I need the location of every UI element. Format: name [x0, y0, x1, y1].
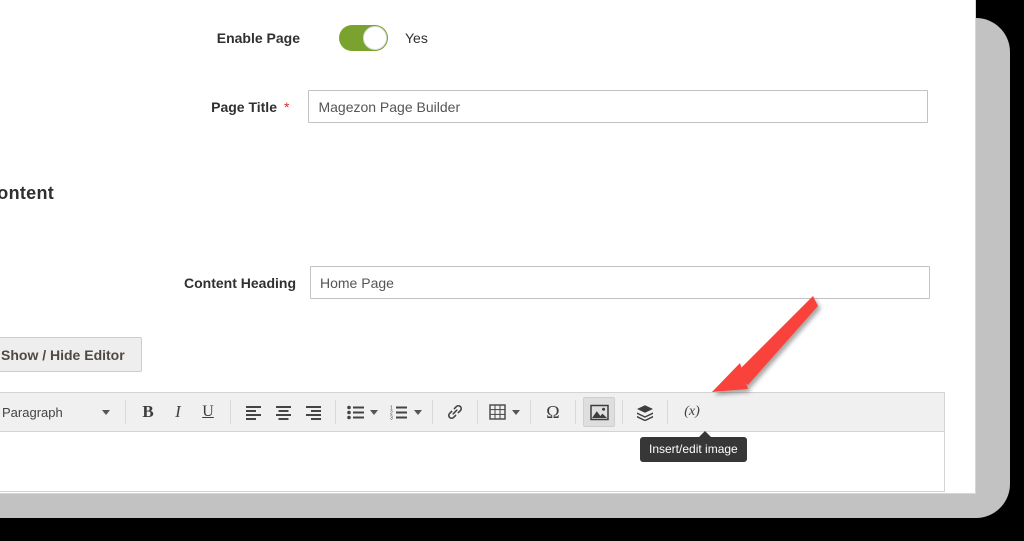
image-group [580, 397, 618, 427]
bold-icon: B [142, 402, 154, 421]
alignment-group [235, 398, 331, 426]
field-row-content-heading: Content Heading Home Page [0, 266, 970, 299]
numbered-list-button[interactable]: 1 2 3 [387, 398, 411, 426]
numbered-list-icon: 1 2 3 [390, 405, 407, 420]
tooltip-arrow [698, 431, 712, 438]
widget-icon [637, 404, 653, 421]
tooltip-text: Insert/edit image [649, 442, 738, 456]
content-section-heading: Content [0, 183, 55, 203]
image-icon [589, 404, 609, 420]
italic-icon: I [175, 402, 181, 421]
bullet-list-button[interactable] [343, 398, 367, 426]
chevron-down-icon [102, 409, 110, 415]
align-right-icon [305, 405, 321, 420]
align-left-button[interactable] [238, 398, 268, 426]
toolbar-divider [667, 400, 668, 424]
toolbar-divider [477, 400, 478, 424]
insert-image-tooltip: Insert/edit image [640, 431, 747, 462]
align-right-button[interactable] [298, 398, 328, 426]
field-row-enable-page: Enable Page Yes [0, 25, 530, 51]
enable-page-label: Enable Page [216, 30, 300, 46]
insert-image-button[interactable] [583, 397, 615, 427]
paragraph-format-select[interactable]: Paragraph [0, 398, 118, 426]
insert-widget-button[interactable] [630, 398, 660, 426]
variable-icon: (x) [684, 404, 700, 419]
link-group [437, 398, 473, 426]
svg-text:3: 3 [390, 415, 393, 420]
toolbar-divider [335, 400, 336, 424]
numbered-list-dropdown[interactable] [411, 398, 425, 426]
underline-button[interactable]: U [193, 398, 223, 426]
enable-page-toggle-value: Yes [405, 30, 428, 46]
align-center-button[interactable] [268, 398, 298, 426]
special-char-group: Ω [535, 398, 571, 426]
chevron-down-icon [414, 409, 422, 415]
wysiwyg-editor: Paragraph B I U 1 2 3 Ω (x) [0, 392, 945, 492]
italic-button[interactable]: I [163, 398, 193, 426]
text-style-group: B I U [130, 398, 226, 426]
widget-group [627, 398, 663, 426]
toolbar-divider [530, 400, 531, 424]
content-heading-input[interactable]: Home Page [310, 266, 930, 299]
screenshot-root: Enable Page Yes Page Title * Magezon Pag… [0, 0, 1024, 541]
link-icon [447, 404, 463, 420]
underline-icon: U [202, 403, 214, 420]
variable-group: (x) [672, 398, 712, 426]
enable-page-toggle[interactable] [339, 25, 388, 51]
field-row-page-title: Page Title * Magezon Page Builder [0, 90, 970, 123]
insert-variable-button[interactable]: (x) [675, 398, 709, 426]
toolbar-divider [432, 400, 433, 424]
page-title-label: Page Title [211, 98, 277, 115]
format-select-group: Paragraph [0, 398, 121, 426]
toolbar-divider [230, 400, 231, 424]
content-heading-label: Content Heading [184, 274, 296, 291]
table-group [482, 398, 526, 426]
toolbar-divider [575, 400, 576, 424]
editor-content-area[interactable] [0, 432, 944, 491]
chevron-down-icon [512, 409, 520, 415]
align-center-icon [275, 405, 291, 420]
bullet-list-icon [346, 405, 364, 419]
align-left-icon [245, 405, 261, 420]
toolbar-divider [125, 400, 126, 424]
bullet-list-dropdown[interactable] [367, 398, 381, 426]
toggle-knob [363, 26, 387, 50]
page-title-input[interactable]: Magezon Page Builder [308, 90, 929, 123]
bold-button[interactable]: B [133, 398, 163, 426]
omega-icon: Ω [546, 401, 560, 422]
page-title-required-marker: * [284, 98, 290, 115]
table-button[interactable] [485, 398, 509, 426]
chevron-down-icon [370, 409, 378, 415]
insert-link-button[interactable] [440, 398, 470, 426]
table-icon [488, 404, 506, 420]
show-hide-editor-button[interactable]: Show / Hide Editor [0, 337, 142, 372]
table-dropdown[interactable] [509, 398, 523, 426]
editor-toolbar: Paragraph B I U 1 2 3 Ω (x) [0, 393, 944, 432]
special-character-button[interactable]: Ω [538, 398, 568, 426]
admin-form-surface: Enable Page Yes Page Title * Magezon Pag… [0, 0, 976, 494]
toolbar-divider [622, 400, 623, 424]
format-select-value: Paragraph [2, 404, 63, 420]
list-group: 1 2 3 [340, 398, 428, 426]
